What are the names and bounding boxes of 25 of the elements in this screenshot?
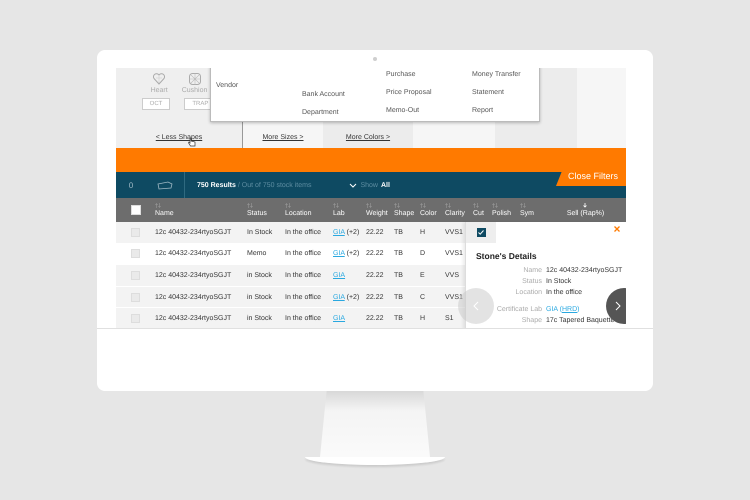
sort-icon[interactable] xyxy=(247,203,253,208)
row-checkbox[interactable] xyxy=(131,249,140,258)
sort-icon[interactable] xyxy=(520,203,526,208)
sort-icon[interactable] xyxy=(155,203,161,208)
sort-icon[interactable] xyxy=(394,203,400,208)
chevron-down-icon xyxy=(349,182,358,188)
sort-icon[interactable] xyxy=(420,203,426,208)
sort-icon[interactable] xyxy=(473,203,479,208)
details-title: Stone's Details xyxy=(476,251,538,261)
count-label: 0 xyxy=(128,180,134,190)
cushion-shape-icon xyxy=(188,72,202,86)
heart-shape-icon xyxy=(152,72,166,86)
selected-checkbox[interactable] xyxy=(476,228,486,237)
chevron-right-icon xyxy=(615,301,621,311)
sort-icon[interactable] xyxy=(492,203,498,208)
sort-icon[interactable] xyxy=(333,203,339,208)
chevron-left-icon xyxy=(473,301,479,311)
camera-dot xyxy=(373,57,377,61)
sort-icon[interactable] xyxy=(285,203,291,208)
tag-icon[interactable] xyxy=(157,180,173,190)
select-all-checkbox[interactable] xyxy=(130,205,140,215)
sort-icon[interactable] xyxy=(445,203,451,208)
sort-icon[interactable] xyxy=(366,203,372,208)
close-icon[interactable] xyxy=(614,226,620,232)
sort-descending-icon[interactable] xyxy=(582,203,588,208)
